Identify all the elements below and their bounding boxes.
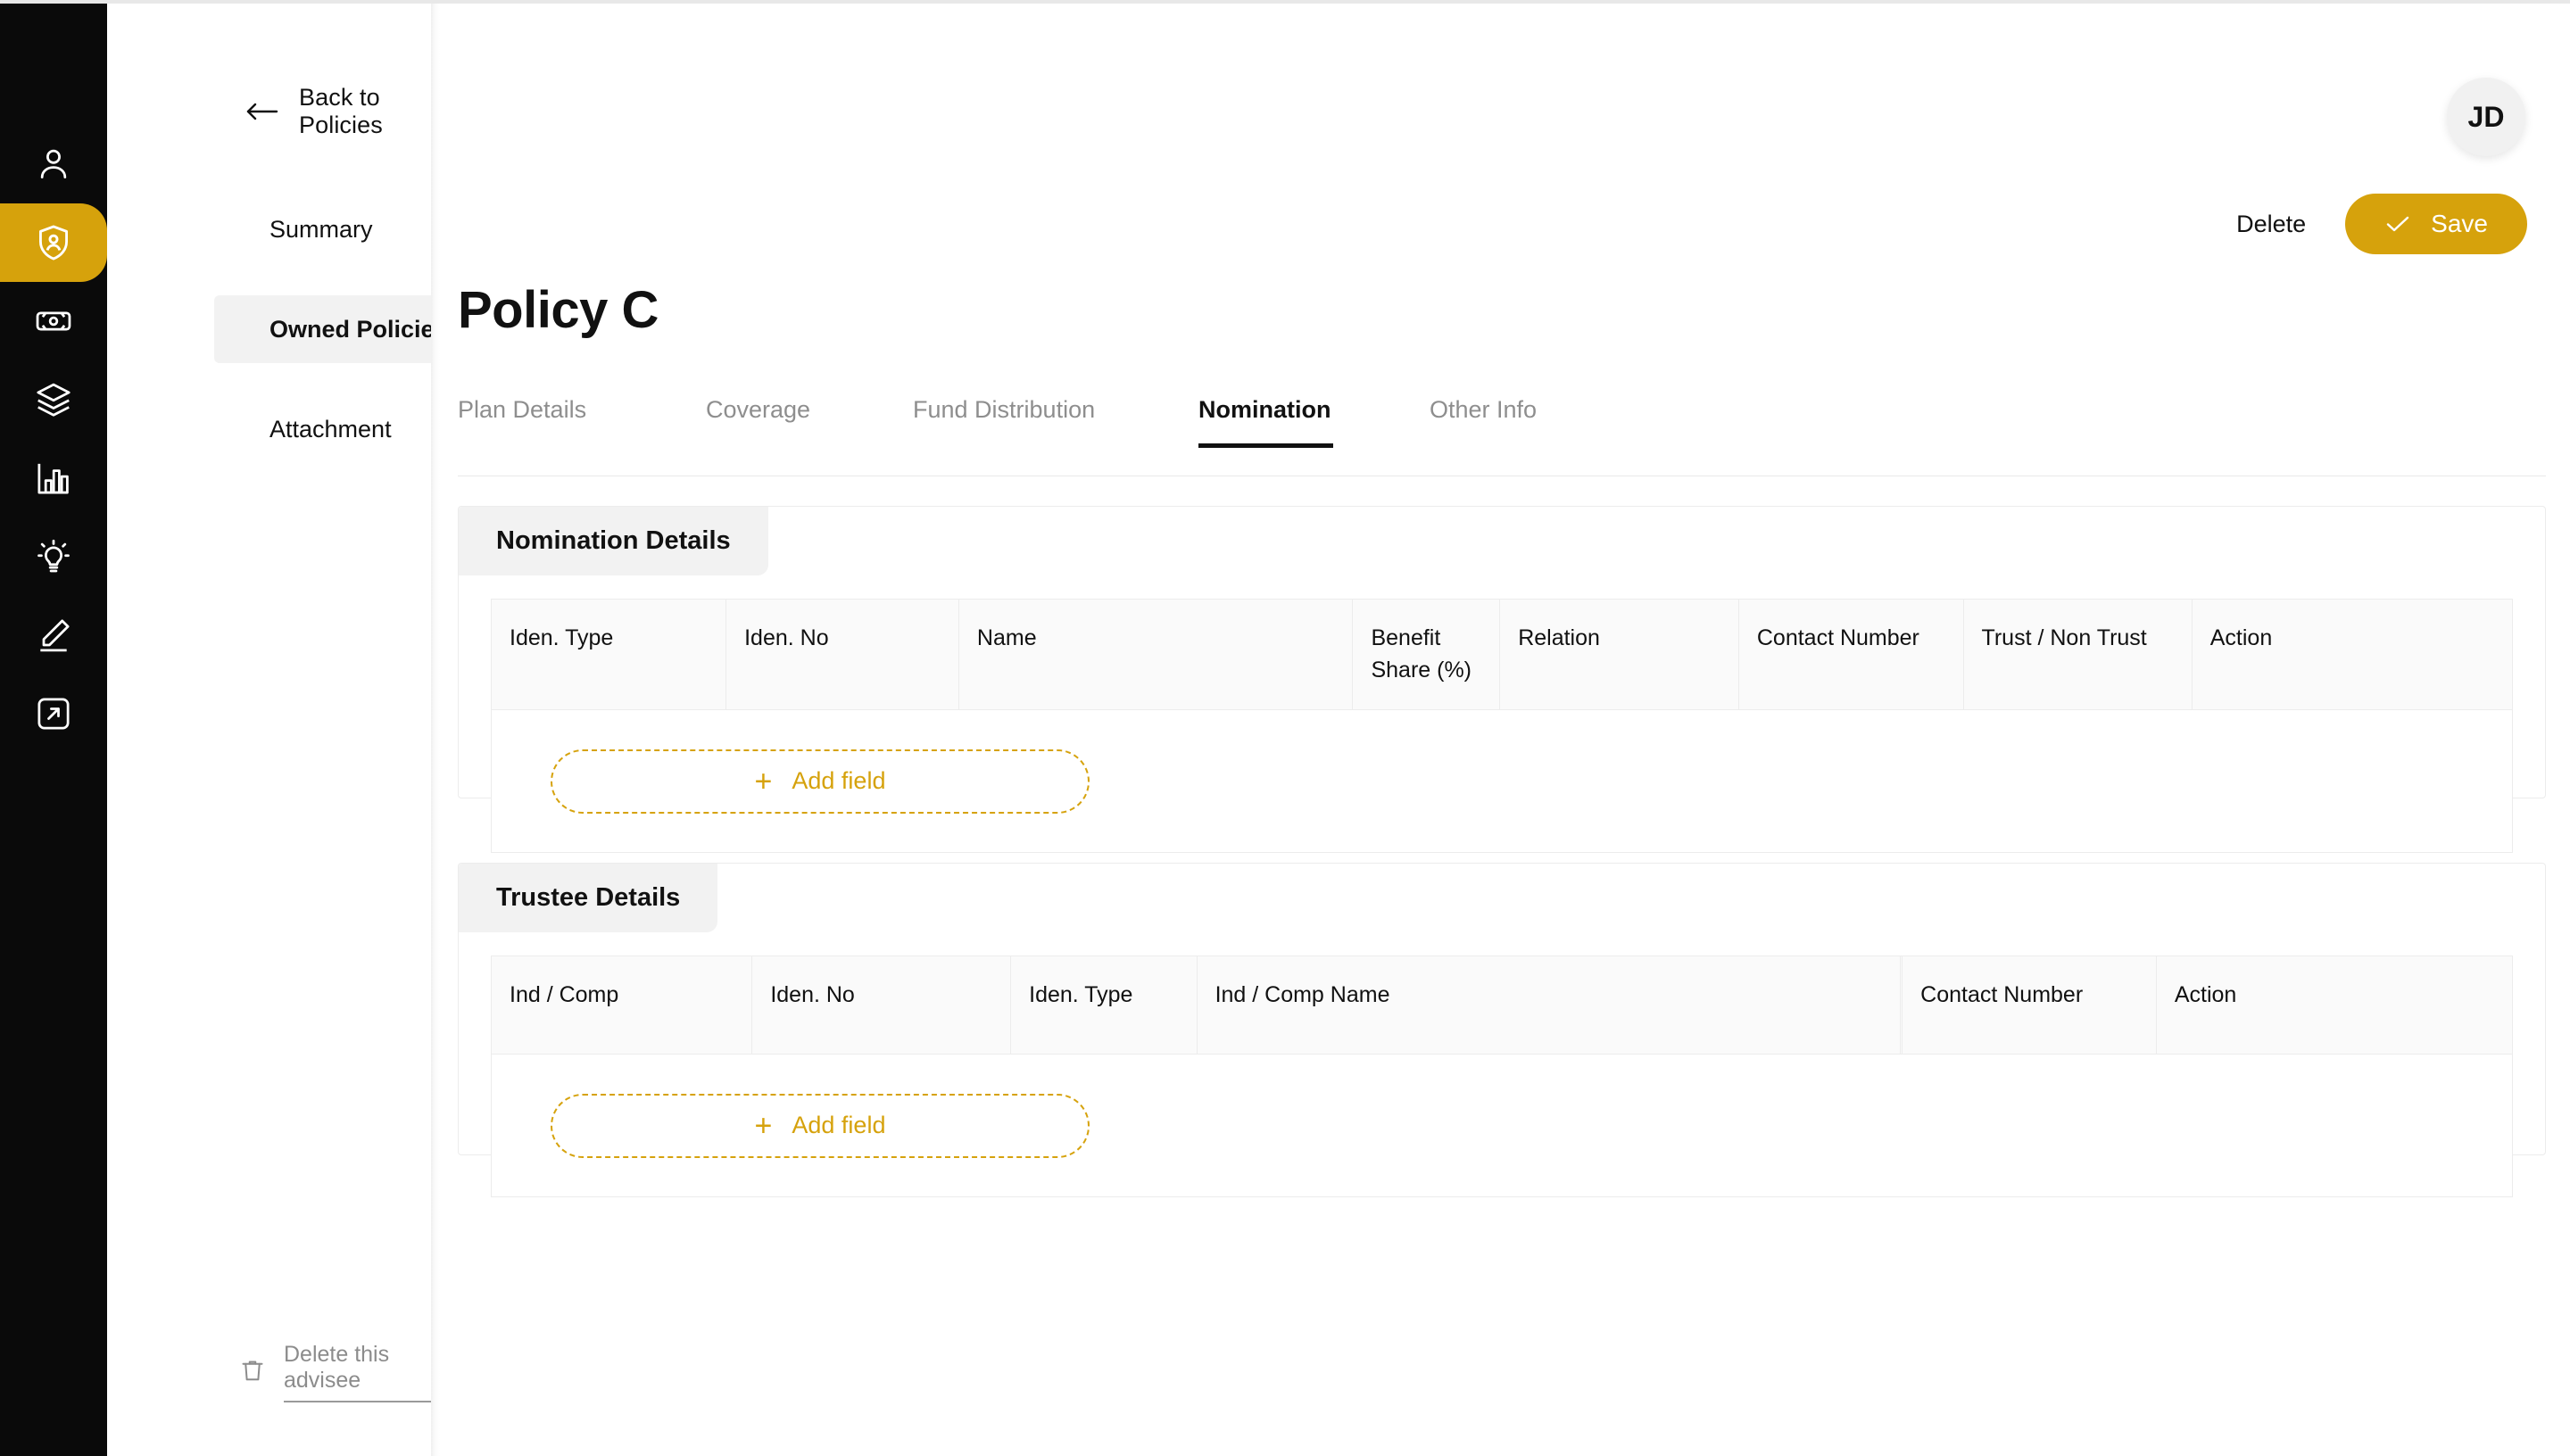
delete-advisee-button[interactable]: Delete this advisee [239, 1342, 431, 1402]
pencil-icon [34, 616, 73, 655]
nomination-table: Iden. Type Iden. No Name Benefit Share (… [491, 599, 2513, 853]
trustee-add-row: + Add field [491, 1054, 2513, 1197]
save-button[interactable]: Save [2345, 194, 2527, 254]
nomination-details-card: Nomination Details Iden. Type Iden. No N… [458, 506, 2546, 853]
column-header-benefit-share: Benefit Share (%) [1352, 599, 1501, 710]
add-field-label: Add field [792, 767, 886, 794]
sidebar-item-label: Summary [269, 215, 373, 243]
column-header-contact-number: Contact Number [1902, 956, 2157, 1055]
plus-icon: + [754, 764, 773, 798]
trustee-table: Ind / Comp Iden. No Iden. Type Ind / Com… [491, 956, 2513, 1197]
delete-advisee-label: Delete this advisee [284, 1342, 431, 1402]
column-header-iden-type: Iden. Type [1010, 956, 1198, 1055]
column-header-action: Action [2156, 956, 2513, 1055]
rail-item-reports[interactable] [0, 439, 107, 517]
tab-label: Plan Details [458, 396, 587, 423]
tab-coverage[interactable]: Coverage [706, 396, 913, 447]
rail-item-finance[interactable] [0, 282, 107, 360]
avatar-initials: JD [2467, 100, 2505, 133]
column-header-relation: Relation [1499, 599, 1739, 710]
save-label: Save [2431, 210, 2488, 237]
nomination-add-cell: + Add field [491, 709, 2513, 853]
column-header-trust: Trust / Non Trust [1963, 599, 2193, 710]
trustee-table-header-row: Ind / Comp Iden. No Iden. Type Ind / Com… [491, 956, 2513, 1055]
tab-label: Other Info [1430, 396, 1538, 423]
add-field-button-nomination[interactable]: + Add field [551, 749, 1090, 814]
sidebar-item-label: Attachment [269, 415, 392, 443]
column-header-iden-no: Iden. No [725, 599, 959, 710]
app-root: Back to Policies Summary Owned Policies … [0, 0, 2570, 1456]
tab-other-info[interactable]: Other Info [1430, 396, 1608, 447]
tab-label: Fund Distribution [913, 396, 1096, 423]
column-header-iden-no: Iden. No [751, 956, 1012, 1055]
primary-icon-rail [0, 4, 107, 1456]
layers-icon [34, 380, 73, 419]
trash-icon [239, 1356, 266, 1389]
add-field-label: Add field [792, 1112, 886, 1138]
column-header-ind-comp-name: Ind / Comp Name [1197, 956, 1901, 1055]
back-to-policies-link[interactable]: Back to Policies [245, 84, 431, 139]
avatar[interactable]: JD [2447, 78, 2525, 156]
arrow-left-icon [245, 101, 279, 122]
check-icon [2384, 213, 2411, 235]
page-action-row: Delete Save [2233, 194, 2527, 254]
rail-item-products[interactable] [0, 360, 107, 439]
rail-item-insights[interactable] [0, 517, 107, 596]
trustee-details-badge: Trustee Details [459, 864, 718, 932]
tab-plan-details[interactable]: Plan Details [458, 396, 706, 447]
nomination-details-badge: Nomination Details [459, 507, 768, 575]
rail-item-notes[interactable] [0, 596, 107, 674]
back-to-policies-label: Back to Policies [299, 84, 383, 138]
column-header-action: Action [2192, 599, 2513, 710]
banknote-icon [34, 302, 73, 341]
rail-item-policies[interactable] [0, 203, 107, 282]
person-icon [34, 145, 73, 184]
plus-icon: + [754, 1108, 773, 1143]
column-header-ind-comp: Ind / Comp [491, 956, 753, 1055]
column-header-iden-type: Iden. Type [491, 599, 727, 710]
nomination-table-header-row: Iden. Type Iden. No Name Benefit Share (… [491, 599, 2513, 710]
column-header-name: Name [958, 599, 1354, 710]
add-field-button-trustee[interactable]: + Add field [551, 1093, 1090, 1158]
main-content: JD Delete Save Policy C Plan Details Cov… [440, 4, 2570, 1456]
tab-fund-distribution[interactable]: Fund Distribution [913, 396, 1198, 447]
sidebar-item-label: Owned Policies [269, 315, 448, 343]
panel-divider [431, 4, 440, 1456]
rail-item-logout[interactable] [0, 674, 107, 753]
policy-tabs: Plan Details Coverage Fund Distribution … [458, 396, 2546, 476]
bar-chart-icon [34, 459, 73, 498]
shield-user-icon [33, 222, 74, 263]
column-header-contact-number: Contact Number [1738, 599, 1964, 710]
trustee-details-card: Trustee Details Ind / Comp Iden. No Iden… [458, 863, 2546, 1197]
trustee-add-cell: + Add field [491, 1054, 2513, 1197]
nomination-add-row: + Add field [491, 709, 2513, 853]
tab-label: Nomination [1198, 396, 1331, 423]
delete-button[interactable]: Delete [2233, 205, 2309, 244]
secondary-nav-panel: Back to Policies Summary Owned Policies … [107, 4, 538, 1456]
tab-nomination[interactable]: Nomination [1198, 396, 1333, 448]
logout-icon [34, 694, 73, 733]
page-title: Policy C [458, 281, 659, 339]
lightbulb-icon [34, 537, 73, 576]
tab-label: Coverage [706, 396, 811, 423]
rail-item-clients[interactable] [0, 125, 107, 203]
